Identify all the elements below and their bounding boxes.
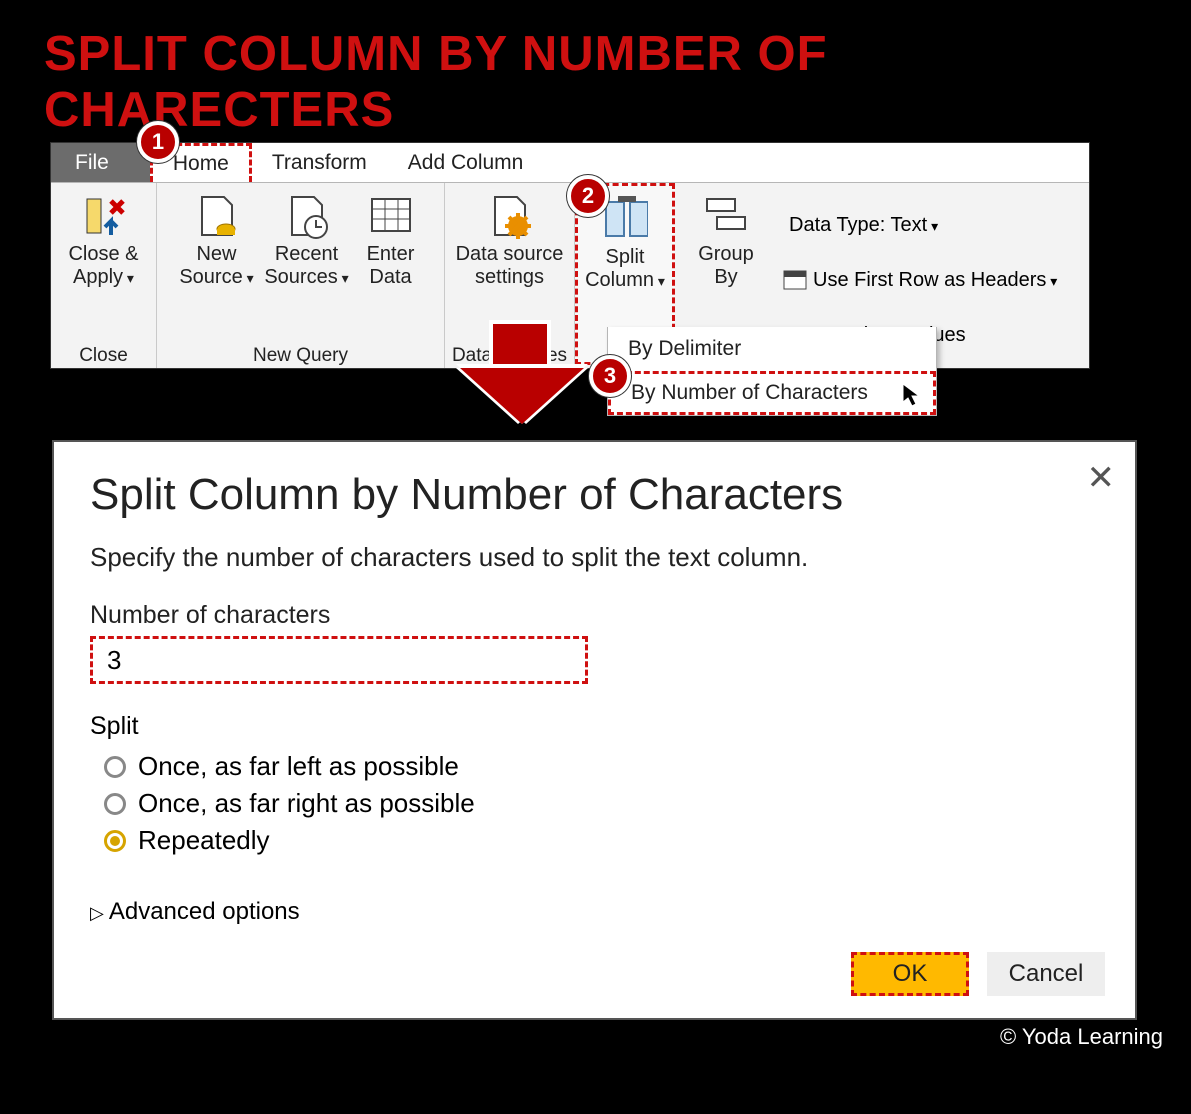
flow-arrow-icon	[460, 320, 580, 430]
new-source-label: New Source	[172, 243, 262, 289]
tab-add-column[interactable]: Add Column	[388, 143, 545, 182]
recent-sources-button[interactable]: Recent Sources	[262, 189, 352, 341]
radio-once-right[interactable]: Once, as far right as possible	[104, 788, 1099, 819]
tab-file[interactable]: File	[51, 143, 150, 182]
first-row-headers-button[interactable]: Use First Row as Headers	[783, 261, 1057, 299]
enter-data-label: Enter Data	[352, 243, 430, 289]
split-column-dropdown: By Delimiter By Number of Characters	[607, 327, 937, 416]
dialog-buttons: OK Cancel	[851, 952, 1105, 996]
advanced-options-toggle[interactable]: Advanced options	[90, 898, 1099, 926]
radio-once-left[interactable]: Once, as far left as possible	[104, 751, 1099, 782]
num-characters-input[interactable]: 3	[90, 636, 588, 684]
mouse-cursor-icon	[901, 382, 923, 408]
dropdown-by-number-label: By Number of Characters	[631, 381, 868, 405]
radio-once-left-label: Once, as far left as possible	[138, 751, 459, 782]
close-apply-button[interactable]: Close & Apply	[59, 189, 149, 341]
new-source-icon	[194, 193, 240, 239]
close-apply-icon	[81, 193, 127, 239]
dropdown-by-number-of-characters[interactable]: By Number of Characters	[608, 371, 936, 415]
radio-repeatedly-label: Repeatedly	[138, 825, 270, 856]
attribution-text: © Yoda Learning	[1000, 1024, 1163, 1050]
split-column-label: Split Column	[578, 246, 672, 292]
num-characters-label: Number of characters	[90, 601, 1099, 630]
new-source-button[interactable]: New Source	[172, 189, 262, 341]
callout-badge-1: 1	[137, 121, 179, 163]
table-header-icon	[783, 270, 807, 290]
dialog-title: Split Column by Number of Characters	[90, 470, 1099, 520]
page-title: SPLIT COLUMN BY NUMBER OF CHARECTERS	[44, 26, 1163, 138]
dialog-subtitle: Specify the number of characters used to…	[90, 542, 1099, 573]
data-source-settings-icon	[487, 193, 533, 239]
close-apply-label: Close & Apply	[59, 243, 149, 289]
radio-icon	[104, 793, 126, 815]
data-type-label: Data Type: Text	[789, 206, 938, 244]
data-source-settings-button[interactable]: Data source settings	[450, 189, 570, 341]
recent-sources-icon	[284, 193, 330, 239]
split-column-icon	[602, 196, 648, 242]
group-new-query: New Source Recent Sources Enter Data New…	[157, 183, 445, 368]
ok-button[interactable]: OK	[851, 952, 969, 996]
dialog-close-button[interactable]: ✕	[1087, 458, 1116, 498]
split-dialog: ✕ Split Column by Number of Characters S…	[52, 440, 1137, 1020]
group-close-label: Close	[79, 341, 128, 373]
first-row-headers-label: Use First Row as Headers	[813, 261, 1057, 299]
data-type-button[interactable]: Data Type: Text	[783, 206, 1057, 244]
cancel-button[interactable]: Cancel	[987, 952, 1105, 996]
split-mode-label: Split	[90, 712, 1099, 741]
group-by-button[interactable]: Group By	[686, 189, 766, 341]
radio-repeatedly[interactable]: Repeatedly	[104, 825, 1099, 856]
radio-icon	[104, 756, 126, 778]
tab-transform[interactable]: Transform	[252, 143, 388, 182]
group-close: Close & Apply Close	[51, 183, 157, 368]
group-new-query-label: New Query	[253, 341, 348, 373]
radio-once-right-label: Once, as far right as possible	[138, 788, 475, 819]
recent-sources-label: Recent Sources	[262, 243, 352, 289]
callout-badge-2: 2	[567, 175, 609, 217]
enter-data-button[interactable]: Enter Data	[352, 189, 430, 341]
data-source-settings-label: Data source settings	[450, 243, 570, 289]
group-by-label: Group By	[686, 243, 766, 289]
ribbon-tabs: File Home Transform Add Column	[51, 143, 1089, 183]
enter-data-icon	[368, 193, 414, 239]
radio-icon-selected	[104, 830, 126, 852]
callout-badge-3: 3	[589, 355, 631, 397]
dropdown-by-delimiter[interactable]: By Delimiter	[608, 327, 936, 371]
group-by-icon	[703, 193, 749, 239]
